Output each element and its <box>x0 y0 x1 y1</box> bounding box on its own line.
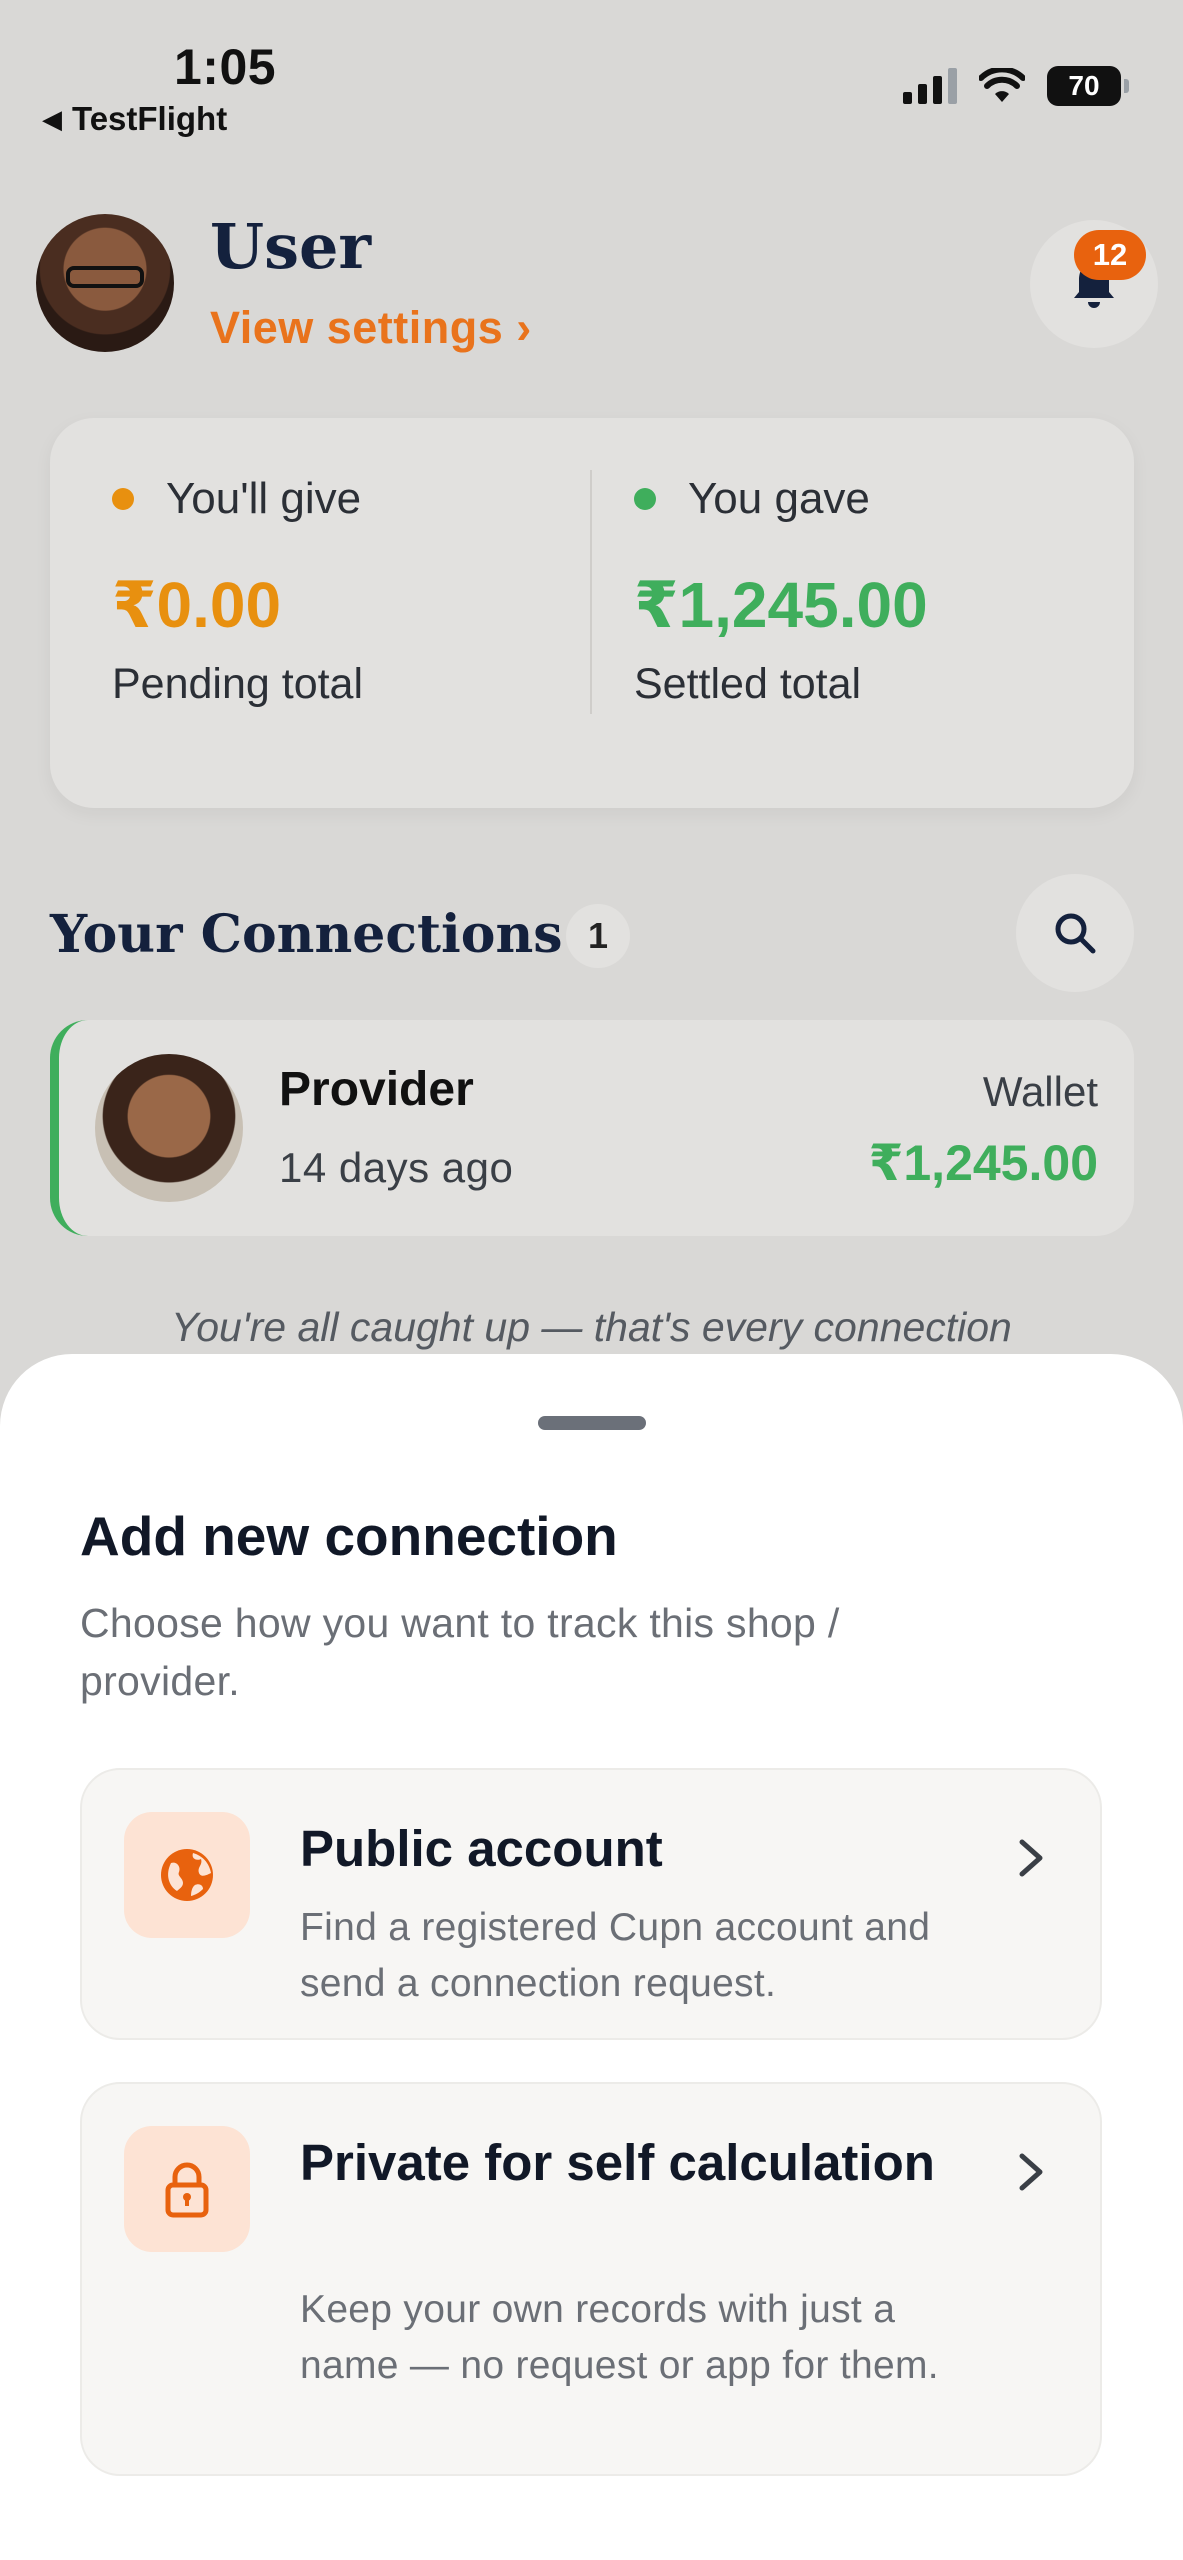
pending-amount: ₹0.00 <box>112 569 282 641</box>
view-settings-link[interactable]: View settings › <box>210 302 532 354</box>
public-account-title: Public account <box>300 1820 663 1877</box>
back-to-app-link[interactable]: ◀ TestFlight <box>42 100 227 138</box>
add-connection-sheet: Add new connection Choose how you want t… <box>0 1354 1183 2560</box>
sheet-title: Add new connection <box>80 1505 618 1567</box>
chevron-right-icon <box>1019 2153 1043 2191</box>
balance-summary-card: You'll give ₹0.00 Pending total You gave… <box>50 418 1134 808</box>
cellular-signal-icon <box>903 68 957 104</box>
globe-icon <box>124 1812 250 1938</box>
public-account-description: Find a registered Cupn account and send … <box>300 1906 931 2005</box>
wallet-amount: ₹1,245.00 <box>868 1135 1098 1191</box>
avatar-glasses <box>66 266 144 288</box>
user-avatar[interactable] <box>36 214 174 352</box>
status-time: 1:05 <box>174 39 277 95</box>
you-gave-text: You gave <box>688 474 870 523</box>
search-connections-button[interactable] <box>1016 874 1134 992</box>
back-app-label: TestFlight <box>72 100 228 137</box>
orange-dot-icon <box>112 488 134 510</box>
connections-count-badge: 1 <box>566 904 630 968</box>
connection-card[interactable]: Provider 14 days ago Wallet ₹1,245.00 <box>50 1020 1134 1236</box>
summary-divider <box>590 470 592 714</box>
pending-total-label: Pending total <box>112 660 364 708</box>
provider-last-activity: 14 days ago <box>279 1144 514 1191</box>
connections-title: Your Connections <box>50 904 563 965</box>
user-name: User <box>210 210 372 283</box>
battery-icon: 70 <box>1047 66 1129 106</box>
private-self-calculation-option[interactable]: Private for self calculation Keep your o… <box>80 2082 1102 2476</box>
system-icons: 70 <box>903 66 1129 106</box>
wallet-label: Wallet <box>982 1068 1098 1115</box>
settled-total-label: Settled total <box>634 660 862 708</box>
all-caught-up-text: You're all caught up — that's every conn… <box>171 1304 1012 1350</box>
status-bar: 1:05 ◀ TestFlight 70 <box>0 0 1183 150</box>
you-will-give-label: You'll give <box>112 474 361 524</box>
provider-avatar <box>95 1054 243 1202</box>
green-dot-icon <box>634 488 656 510</box>
private-option-description: Keep your own records with just a name —… <box>300 2288 939 2387</box>
wifi-icon <box>979 68 1025 102</box>
lock-icon <box>124 2126 250 2252</box>
public-account-option[interactable]: Public account Find a registered Cupn ac… <box>80 1768 1102 2040</box>
provider-name: Provider <box>279 1063 474 1116</box>
you-gave-label: You gave <box>634 474 870 524</box>
notification-count-badge: 12 <box>1074 230 1146 280</box>
chevron-right-icon <box>1019 1839 1043 1877</box>
private-option-title: Private for self calculation <box>300 2134 935 2191</box>
settled-amount: ₹1,245.00 <box>634 569 928 641</box>
back-arrow-icon: ◀ <box>42 103 62 134</box>
search-icon <box>1055 913 1096 954</box>
you-will-give-text: You'll give <box>166 474 362 523</box>
sheet-drag-handle[interactable] <box>538 1416 646 1430</box>
sheet-subtitle: Choose how you want to track this shop /… <box>80 1600 840 1704</box>
